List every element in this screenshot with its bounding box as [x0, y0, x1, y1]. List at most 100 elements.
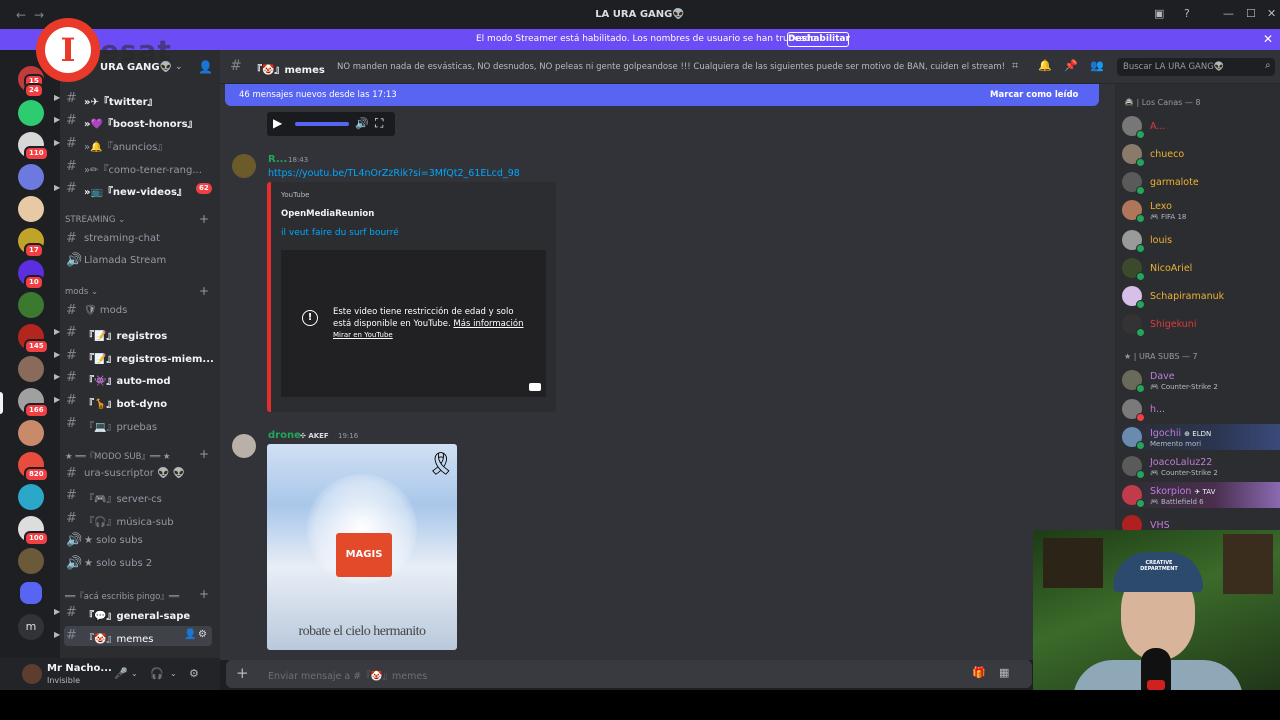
channel-server-cs[interactable]: # 『🎮』server-cs [64, 486, 212, 506]
meme-image[interactable]: MAGIS 🎗 robate el cielo hermanito [267, 444, 457, 650]
mark-as-read-button[interactable]: Marcar como leído [990, 90, 1078, 100]
channel-general-sape[interactable]: ▶ # 『💬』general-sape [54, 603, 212, 623]
channel-new-videos[interactable]: ▶ # »📺『new-videos』 62 [54, 179, 212, 199]
channel-registros-miembros[interactable]: ▶ # 『📝』registros-miem... [54, 346, 214, 366]
search-input[interactable]: Buscar LA URA GANG👽 ⌕ [1117, 58, 1275, 76]
server-letter-icon[interactable]: m [18, 614, 44, 640]
channel-ura-suscriptor[interactable]: # ura-suscriptor 👽 👽 [64, 464, 212, 484]
server-icon[interactable] [18, 420, 44, 446]
member-item[interactable]: garmalote [1115, 169, 1280, 195]
member-item[interactable]: JoacoLaluz22 🎮 Counter-Strike 2 [1115, 453, 1280, 479]
chevron-down-icon[interactable]: ⌄ [175, 62, 183, 72]
embed-title[interactable]: il veut faire du surf bourré [281, 228, 399, 238]
member-item[interactable]: Dave 🎮 Counter-Strike 2 [1115, 367, 1280, 393]
channel-twitter[interactable]: ▶ # »✈『twitter』 [54, 89, 212, 109]
member-activity: 🎮 Counter-Strike 2 [1150, 469, 1218, 477]
channel-auto-mod[interactable]: ▶ # 『👾』auto-mod [54, 368, 212, 388]
close-window-icon[interactable]: ✕ [1267, 7, 1276, 20]
channel-bot-dyno[interactable]: ▶ # 『🦒』bot-dyno [54, 391, 212, 411]
member-item[interactable]: louis [1115, 227, 1280, 253]
server-icon[interactable] [18, 548, 44, 574]
add-channel-icon[interactable]: + [199, 447, 209, 461]
member-item[interactable]: Shigekuni [1115, 311, 1280, 337]
member-item[interactable]: Schapiramanuk [1115, 283, 1280, 309]
disable-streamer-button[interactable]: Deshabilitar [787, 32, 850, 47]
chevron-down-icon[interactable]: ⌄ [131, 669, 138, 678]
volume-icon[interactable]: 🔊 [355, 117, 369, 130]
member-item[interactable]: Skorpion ✈ TAV 🎮 Battlefield 6 [1115, 482, 1280, 508]
category-modo-sub[interactable]: ★ ══『MODO SUB』══ ★ [65, 450, 171, 462]
fullscreen-icon[interactable]: ⛶ [375, 116, 383, 131]
username[interactable]: Mr Nacho... [47, 663, 112, 674]
server-icon[interactable] [18, 164, 44, 190]
gif-icon[interactable]: ▦ [999, 666, 1009, 679]
voice-channel-llamada-stream[interactable]: 🔊 Llamada Stream [64, 251, 212, 271]
member-item[interactable]: A... [1115, 113, 1280, 139]
play-icon[interactable]: ▶ [273, 116, 282, 130]
add-channel-icon[interactable]: + [199, 212, 209, 226]
watch-on-youtube-link[interactable]: Mirar en YouTube [333, 331, 393, 339]
threads-icon[interactable]: ⌗ [1012, 59, 1018, 73]
member-item[interactable]: VHS [1115, 512, 1280, 530]
category-mods[interactable]: mods ⌄ [65, 287, 98, 297]
help-icon[interactable]: ? [1184, 7, 1190, 20]
settings-gear-icon[interactable]: ⚙ [198, 629, 207, 640]
microphone-icon[interactable]: 🎤 [114, 667, 128, 680]
add-channel-icon[interactable]: + [199, 284, 209, 298]
attach-plus-icon[interactable]: + [236, 664, 249, 682]
channel-streaming-chat[interactable]: # streaming-chat [64, 229, 212, 249]
message-author[interactable]: R... [268, 154, 287, 165]
minimize-icon[interactable]: — [1223, 7, 1234, 20]
member-item[interactable]: chueco [1115, 141, 1280, 167]
embed-author[interactable]: OpenMediaReunion [281, 209, 374, 219]
voice-channel-solo-subs-2[interactable]: 🔊 ★ solo subs 2 [64, 554, 212, 574]
category-pingo[interactable]: ══『acá escribis pingo』══ [65, 590, 179, 602]
message-author[interactable]: drone [268, 430, 301, 441]
server-icon[interactable] [18, 356, 44, 382]
member-item[interactable]: Igochii ⊕ ELDN Memento mori [1115, 424, 1280, 450]
invite-icon[interactable]: 👤 [184, 629, 196, 640]
message-link[interactable]: https://youtu.be/TL4nOrZzRik?si=3MfQt2_6… [268, 168, 520, 179]
category-streaming[interactable]: STREAMING ⌄ [65, 215, 125, 225]
invite-icon[interactable]: 👤 [198, 60, 213, 74]
channel-como-tener-rango[interactable]: # »✏『como-tener-rang... [64, 157, 212, 177]
volume-slider[interactable] [295, 122, 349, 126]
folder-icon[interactable] [20, 582, 42, 604]
chevron-down-icon[interactable]: ⌄ [170, 669, 177, 678]
channel-mods[interactable]: # 🛡 mods [64, 301, 212, 321]
mention-badge: 17 [24, 243, 44, 258]
hash-icon: # [66, 325, 77, 340]
avatar[interactable] [22, 664, 42, 684]
server-icon[interactable] [18, 484, 44, 510]
embed-video[interactable]: ! Este video tiene restricción de edad y… [281, 250, 546, 397]
add-channel-icon[interactable]: + [199, 587, 209, 601]
avatar[interactable] [232, 154, 256, 178]
headphones-icon[interactable]: 🎧 [150, 667, 164, 680]
settings-gear-icon[interactable]: ⚙ [189, 667, 199, 680]
channel-musica-sub[interactable]: # 『🎧』música-sub [64, 509, 212, 529]
channel-anuncios[interactable]: ▶ # »🔔『anuncios』 [54, 134, 212, 154]
member-item[interactable]: NicoAriel [1115, 255, 1280, 281]
inbox-icon[interactable]: ▣ [1154, 7, 1164, 20]
avatar[interactable] [232, 434, 256, 458]
channel-memes[interactable]: ▶ # 『🤡』memes 👤 ⚙ [54, 626, 212, 646]
server-icon[interactable] [18, 100, 44, 126]
message-composer[interactable]: + Enviar mensaje a #『🤡』memes 🎁 ▦ [226, 660, 1032, 688]
member-item[interactable]: h... [1115, 396, 1280, 422]
member-list-icon[interactable]: 👥 [1090, 59, 1104, 72]
channel-topic[interactable]: NO manden nada de esvásticas, NO desnudo… [337, 62, 1005, 72]
channel-pruebas[interactable]: # 『💻』pruebas [64, 414, 212, 434]
maximize-icon[interactable]: ☐ [1246, 7, 1256, 20]
close-banner-icon[interactable]: ✕ [1263, 32, 1273, 46]
channel-boost-honors[interactable]: ▶ # »💜『boost-honors』 [54, 111, 212, 131]
voice-channel-solo-subs[interactable]: 🔊 ★ solo subs [64, 531, 212, 551]
channel-registros[interactable]: ▶ # 『📝』registros [54, 323, 212, 343]
member-item[interactable]: Lexo 🎮 FIFA 18 [1115, 197, 1280, 223]
more-info-link[interactable]: Más información [453, 319, 523, 329]
server-icon[interactable] [18, 292, 44, 318]
pin-icon[interactable]: 📌 [1064, 59, 1078, 72]
notification-bell-icon[interactable]: 🔔 [1038, 59, 1052, 72]
server-icon[interactable] [18, 196, 44, 222]
new-messages-bar[interactable]: 46 mensajes nuevos desde las 17:13 Marca… [225, 84, 1099, 106]
gift-icon[interactable]: 🎁 [972, 666, 986, 679]
